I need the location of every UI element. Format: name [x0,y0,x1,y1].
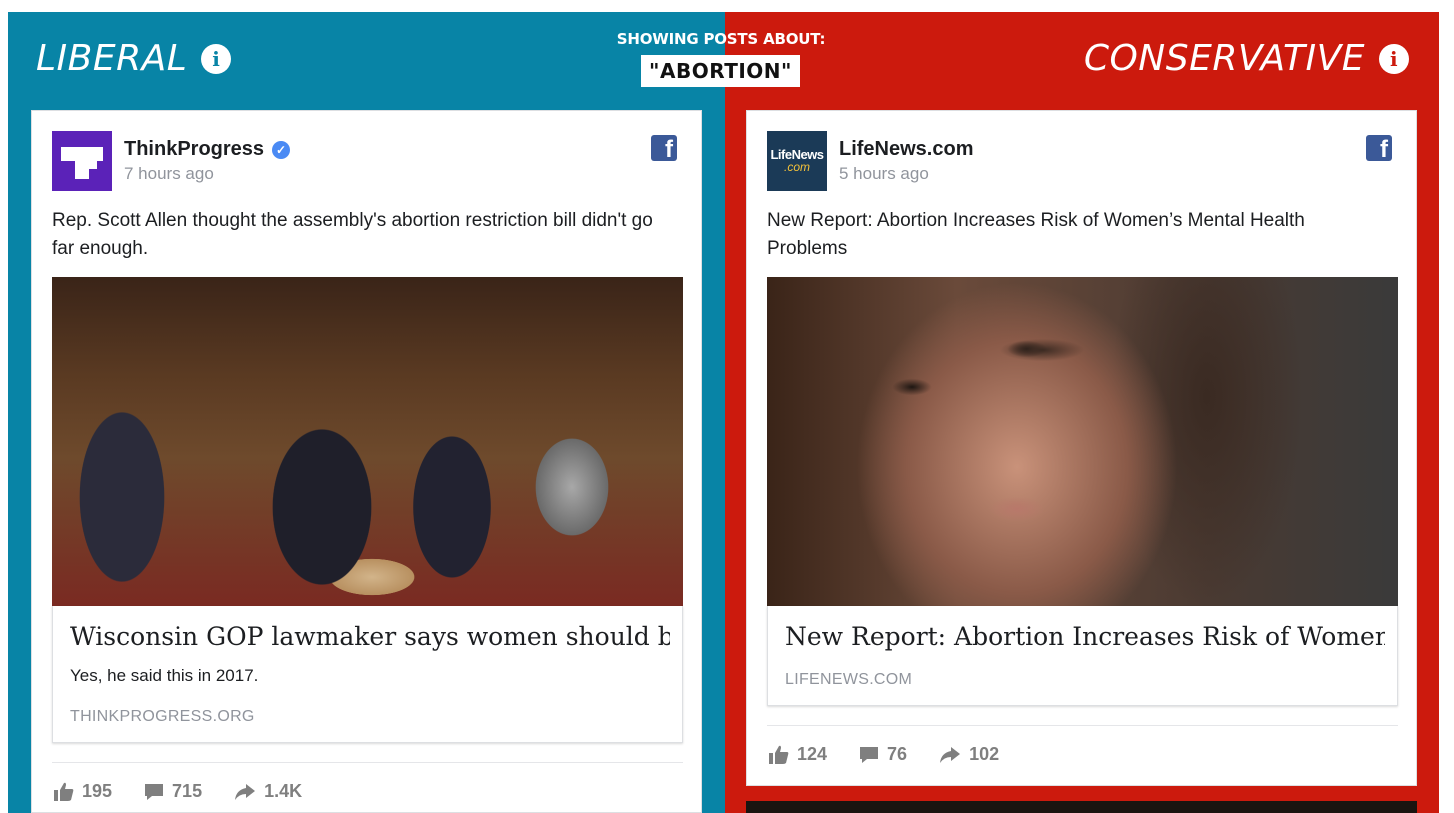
showing-posts-label: SHOWING POSTS ABOUT: [616,30,826,48]
shares-count: 1.4K [264,781,303,801]
engagement-stats: 195 715 1.4K [54,781,334,802]
link-title[interactable]: New Report: Abortion Increases Risk of W… [785,622,1385,651]
info-icon[interactable]: i [1379,43,1409,74]
share-arrow-icon [940,746,961,763]
link-description: Yes, he said this in 2017. [70,666,259,685]
post-image[interactable] [52,277,683,606]
link-preview[interactable]: Wisconsin GOP lawmaker says women should… [52,606,683,743]
post-timestamp[interactable]: 7 hours ago [124,164,214,184]
liberal-post-card: ThinkProgress ✓ 7 hours ago f Rep. Scott… [31,110,702,813]
topic-badge[interactable]: "ABORTION" [641,55,800,87]
lifenews-avatar[interactable]: LifeNews .com [767,131,827,191]
comments-count: 76 [887,744,908,764]
page-name-label[interactable]: ThinkProgress [124,138,264,161]
conservative-heading-label: CONSERVATIVE [1083,38,1365,79]
shares-stat[interactable]: 1.4K [234,781,302,802]
liberal-heading: LIBERAL i [36,38,232,79]
shares-stat[interactable]: 102 [939,744,999,765]
info-icon[interactable]: i [201,43,232,74]
facebook-icon[interactable]: f [1366,135,1392,161]
liberal-column: LIBERAL i ThinkProgress ✓ 7 hours ago f … [8,12,725,813]
divider [52,762,683,763]
conservative-heading: CONSERVATIVE i [1084,38,1409,79]
post-timestamp[interactable]: 5 hours ago [839,164,929,184]
comments-stat[interactable]: 715 [144,781,202,802]
page-name[interactable]: LifeNews.com [839,138,973,161]
link-preview[interactable]: New Report: Abortion Increases Risk of W… [767,606,1398,706]
engagement-stats: 124 76 102 [769,744,1031,765]
link-domain: THINKPROGRESS.ORG [70,708,255,725]
likes-count: 124 [797,744,828,764]
likes-stat[interactable]: 124 [769,744,827,765]
post-text: Rep. Scott Allen thought the assembly's … [52,210,653,259]
avatar-text-suffix: .com [783,160,810,174]
facebook-icon[interactable]: f [651,135,677,161]
likes-count: 195 [82,781,113,801]
thinkprogress-avatar[interactable] [52,131,112,191]
page-name-label[interactable]: LifeNews.com [839,138,973,161]
divider [767,725,1398,726]
share-arrow-icon [235,783,256,800]
page-name[interactable]: ThinkProgress ✓ [124,138,291,161]
conservative-column: CONSERVATIVE i LifeNews .com LifeNews.co… [725,12,1439,813]
likes-stat[interactable]: 195 [54,781,112,802]
verified-check-icon: ✓ [272,140,291,159]
thumbs-up-icon [769,745,789,764]
comment-icon [145,783,164,800]
comment-icon [860,746,879,763]
liberal-heading-label: LIBERAL [36,38,188,79]
next-post-preview[interactable] [746,801,1417,813]
post-text: New Report: Abortion Increases Risk of W… [767,210,1305,259]
shares-count: 102 [969,744,1000,764]
post-image[interactable] [767,277,1398,606]
comments-stat[interactable]: 76 [859,744,907,765]
link-domain: LIFENEWS.COM [785,671,913,688]
comments-count: 715 [172,781,203,801]
thumbs-up-icon [54,782,74,801]
link-title[interactable]: Wisconsin GOP lawmaker says women should… [70,622,670,651]
conservative-post-card: LifeNews .com LifeNews.com 5 hours ago f… [746,110,1417,786]
